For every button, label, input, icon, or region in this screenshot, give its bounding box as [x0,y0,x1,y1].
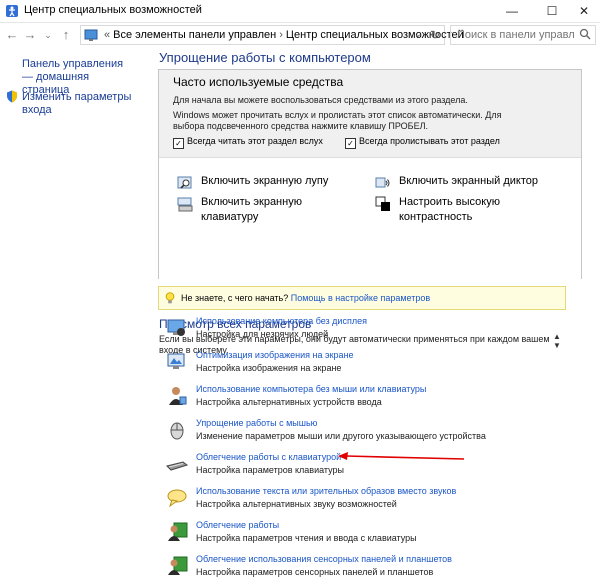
item-subtitle: Настройка параметров клавиатуры [196,465,345,475]
search-input[interactable] [455,28,577,42]
list-item-ease-of-work[interactable]: Облегчение работы Настройка параметров ч… [166,520,586,550]
item-link[interactable]: Облегчение работы с клавиатурой [196,452,341,462]
item-link[interactable]: Использование текста или зрительных обра… [196,486,456,496]
breadcrumb-separator: › [279,29,283,41]
high-contrast-icon [375,196,390,211]
checkbox-auto-scan[interactable]: ✓ Всегда пролистывать этот раздел [345,136,500,149]
address-dropdown-icon[interactable]: ⌄ [414,26,422,44]
item-link[interactable]: Облегчение использования сенсорных панел… [196,554,452,564]
magnifier-icon [177,176,192,189]
tools-area: Включить экранную лупу Включить экранный… [159,157,581,279]
title-bar: Центр специальных возможностей — ☐ ✕ [0,0,600,23]
item-link[interactable]: Использование компьютера без дисплея [196,316,367,326]
item-subtitle: Настройка изображения на экране [196,363,342,373]
refresh-icon[interactable]: ↻ [430,26,440,44]
recent-pages-dropdown-icon[interactable]: ⌄ [40,26,56,44]
main-content: Упрощение работы с компьютером Часто исп… [148,48,600,588]
minimize-button[interactable]: — [490,0,534,22]
narrator-icon [375,177,390,188]
tool-high-contrast[interactable]: Настроить высокую контрастность [375,195,575,227]
touch-tablet-icon [168,556,188,575]
uac-shield-icon [7,90,17,103]
page-title: Упрощение работы с компьютером [159,50,371,65]
panel-hint-text: Windows может прочитать вслух и пролиста… [173,110,502,131]
item-link[interactable]: Оптимизация изображения на экране [196,350,354,360]
list-item-sound-alternatives[interactable]: Использование текста или зрительных обра… [166,486,586,516]
tool-narrator[interactable]: Включить экранный диктор [375,174,575,192]
control-panel-icon [84,29,98,41]
check-icon[interactable]: ✓ [345,138,356,149]
lightbulb-icon [165,292,175,304]
tool-label: Включить экранную [201,196,302,208]
list-item-mouse[interactable]: Упрощение работы с мышью Изменение парам… [166,418,586,448]
breadcrumb-separator: « [104,29,111,41]
sidebar-link-logon-settings[interactable]: Изменить параметры входа [22,91,148,117]
address-field[interactable]: «Все элементы панели управлен › Центр спец… [80,25,464,45]
window-title: Центр специальных возможностей [24,4,202,16]
breadcrumb-all-items[interactable]: Все элементы панели управлен [113,29,276,41]
list-item-no-display[interactable]: Использование компьютера без дисплея Нас… [166,316,586,346]
mouse-icon [170,422,184,440]
checkbox-read-aloud[interactable]: ✓ Всегда читать этот раздел вслух [173,136,323,149]
item-subtitle: Настройка альтернативных устройств ввода [196,397,382,407]
annotation-arrow-icon [338,452,465,460]
search-field[interactable] [450,25,596,45]
list-item-no-mouse-keyboard[interactable]: Использование компьютера без мыши или кл… [166,384,586,414]
panel-intro-text: Для начала вы можете воспользоваться сре… [173,95,468,105]
tool-label: Включить экранный диктор [399,175,538,187]
tool-on-screen-keyboard[interactable]: Включить экранную клавиатуру [177,195,357,227]
tip-help-link[interactable]: Помощь в настройке параметров [291,293,430,303]
item-subtitle: Изменение параметров мыши или другого ук… [196,431,486,441]
list-item-optimize-display[interactable]: Оптимизация изображения на экране Настро… [166,350,586,380]
keyboard-icon [177,197,193,212]
back-arrow-icon[interactable]: ← [4,26,20,44]
sidebar: Панель управления — домашняя страница Из… [0,48,148,588]
tip-banner: Не знаете, с чего начать? Помощь в настр… [158,286,566,310]
person-green-icon [168,522,188,541]
close-button[interactable]: ✕ [562,0,600,22]
panel-title: Часто используемые средства [173,75,344,89]
item-link[interactable]: Использование компьютера без мыши или кл… [196,384,426,394]
accessibility-center-icon [6,5,18,17]
checkbox-label: Всегда читать этот раздел вслух [187,136,323,146]
tool-label: контрастность [399,211,473,223]
monitor-off-icon [167,319,185,336]
checkbox-label: Всегда пролистывать этот раздел [359,136,500,146]
list-item-touch-tablets[interactable]: Облегчение использования сенсорных панел… [166,554,586,584]
item-link[interactable]: Упрощение работы с мышью [196,418,317,428]
up-arrow-icon[interactable]: ↑ [58,26,74,44]
item-subtitle: Настройка для незрячих людей [196,329,329,339]
speech-bubble-icon [167,489,187,508]
tool-magnifier[interactable]: Включить экранную лупу [177,174,357,192]
check-icon[interactable]: ✓ [173,138,184,149]
item-subtitle: Настройка альтернативных звуку возможнос… [196,499,397,509]
person-input-icon [169,387,187,405]
quick-access-panel: Часто используемые средства Для начала в… [158,69,582,279]
tool-label: клавиатуру [201,211,259,223]
item-link[interactable]: Облегчение работы [196,520,279,530]
item-subtitle: Настройка параметров сенсорных панелей и… [196,567,434,577]
forward-arrow-icon[interactable]: → [22,26,38,44]
tool-label: Включить экранную лупу [201,175,329,187]
address-bar: ← → ⌄ ↑ «Все элементы панели управлен › Це… [0,23,600,47]
keyboard-icon [166,461,188,471]
item-subtitle: Настройка параметров чтения и ввода с кл… [196,533,417,543]
tool-label: Настроить высокую [399,196,500,208]
tip-text: Не знаете, с чего начать? [181,293,289,303]
display-optimize-icon [167,353,185,369]
search-icon[interactable] [579,28,591,40]
